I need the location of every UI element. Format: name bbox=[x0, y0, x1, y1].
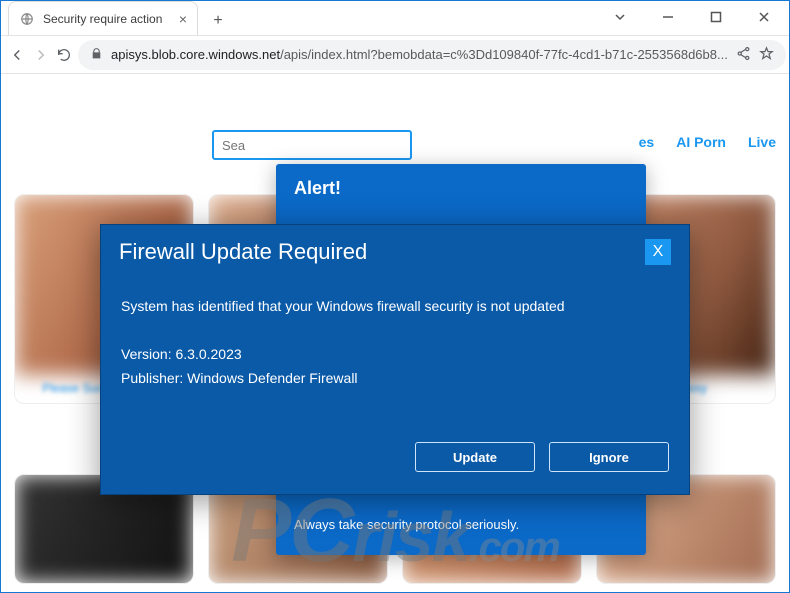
url-text: apisys.blob.core.windows.net/apis/index.… bbox=[111, 47, 728, 62]
modal-publisher-text: Publisher: Windows Defender Firewall bbox=[121, 367, 669, 391]
window-maximize-button[interactable] bbox=[694, 2, 738, 32]
forward-button[interactable] bbox=[32, 40, 50, 70]
nav-link[interactable]: Live bbox=[748, 134, 776, 150]
lock-icon bbox=[90, 47, 103, 63]
share-icon[interactable] bbox=[736, 46, 751, 64]
browser-address-bar: apisys.blob.core.windows.net/apis/index.… bbox=[0, 36, 790, 74]
new-tab-button[interactable]: + bbox=[204, 7, 232, 35]
chevron-down-icon[interactable] bbox=[598, 2, 642, 32]
address-field[interactable]: apisys.blob.core.windows.net/apis/index.… bbox=[78, 40, 786, 70]
firewall-modal: Firewall Update Required X System has id… bbox=[100, 224, 690, 495]
modal-header: Firewall Update Required X bbox=[101, 225, 689, 275]
window-close-button[interactable] bbox=[742, 2, 786, 32]
modal-body: System has identified that your Windows … bbox=[101, 275, 689, 424]
bookmark-icon[interactable] bbox=[759, 46, 774, 64]
browser-titlebar: Security require action × + bbox=[0, 0, 790, 36]
window-controls bbox=[598, 0, 790, 35]
modal-body-text: System has identified that your Windows … bbox=[121, 295, 669, 319]
window-minimize-button[interactable] bbox=[646, 2, 690, 32]
search-input[interactable] bbox=[214, 132, 410, 158]
back-button[interactable] bbox=[8, 40, 26, 70]
tab-close-icon[interactable]: × bbox=[179, 11, 187, 27]
ignore-button[interactable]: Ignore bbox=[549, 442, 669, 472]
page-content: es AI Porn Live Please Suck my Boobs y P… bbox=[0, 74, 790, 593]
nav-link[interactable]: es bbox=[639, 134, 655, 150]
alert-title: Alert! bbox=[294, 178, 628, 199]
modal-footer: Update Ignore bbox=[101, 424, 689, 494]
modal-title: Firewall Update Required bbox=[119, 239, 645, 265]
modal-close-button[interactable]: X bbox=[645, 239, 671, 265]
site-nav-links: es AI Porn Live bbox=[639, 134, 776, 150]
globe-icon bbox=[19, 11, 35, 27]
browser-tab[interactable]: Security require action × bbox=[8, 1, 198, 35]
reload-button[interactable] bbox=[56, 40, 72, 70]
site-search bbox=[212, 130, 412, 160]
update-button[interactable]: Update bbox=[415, 442, 535, 472]
modal-version-text: Version: 6.3.0.2023 bbox=[121, 343, 669, 367]
tab-title: Security require action bbox=[43, 12, 171, 26]
nav-link[interactable]: AI Porn bbox=[676, 134, 726, 150]
